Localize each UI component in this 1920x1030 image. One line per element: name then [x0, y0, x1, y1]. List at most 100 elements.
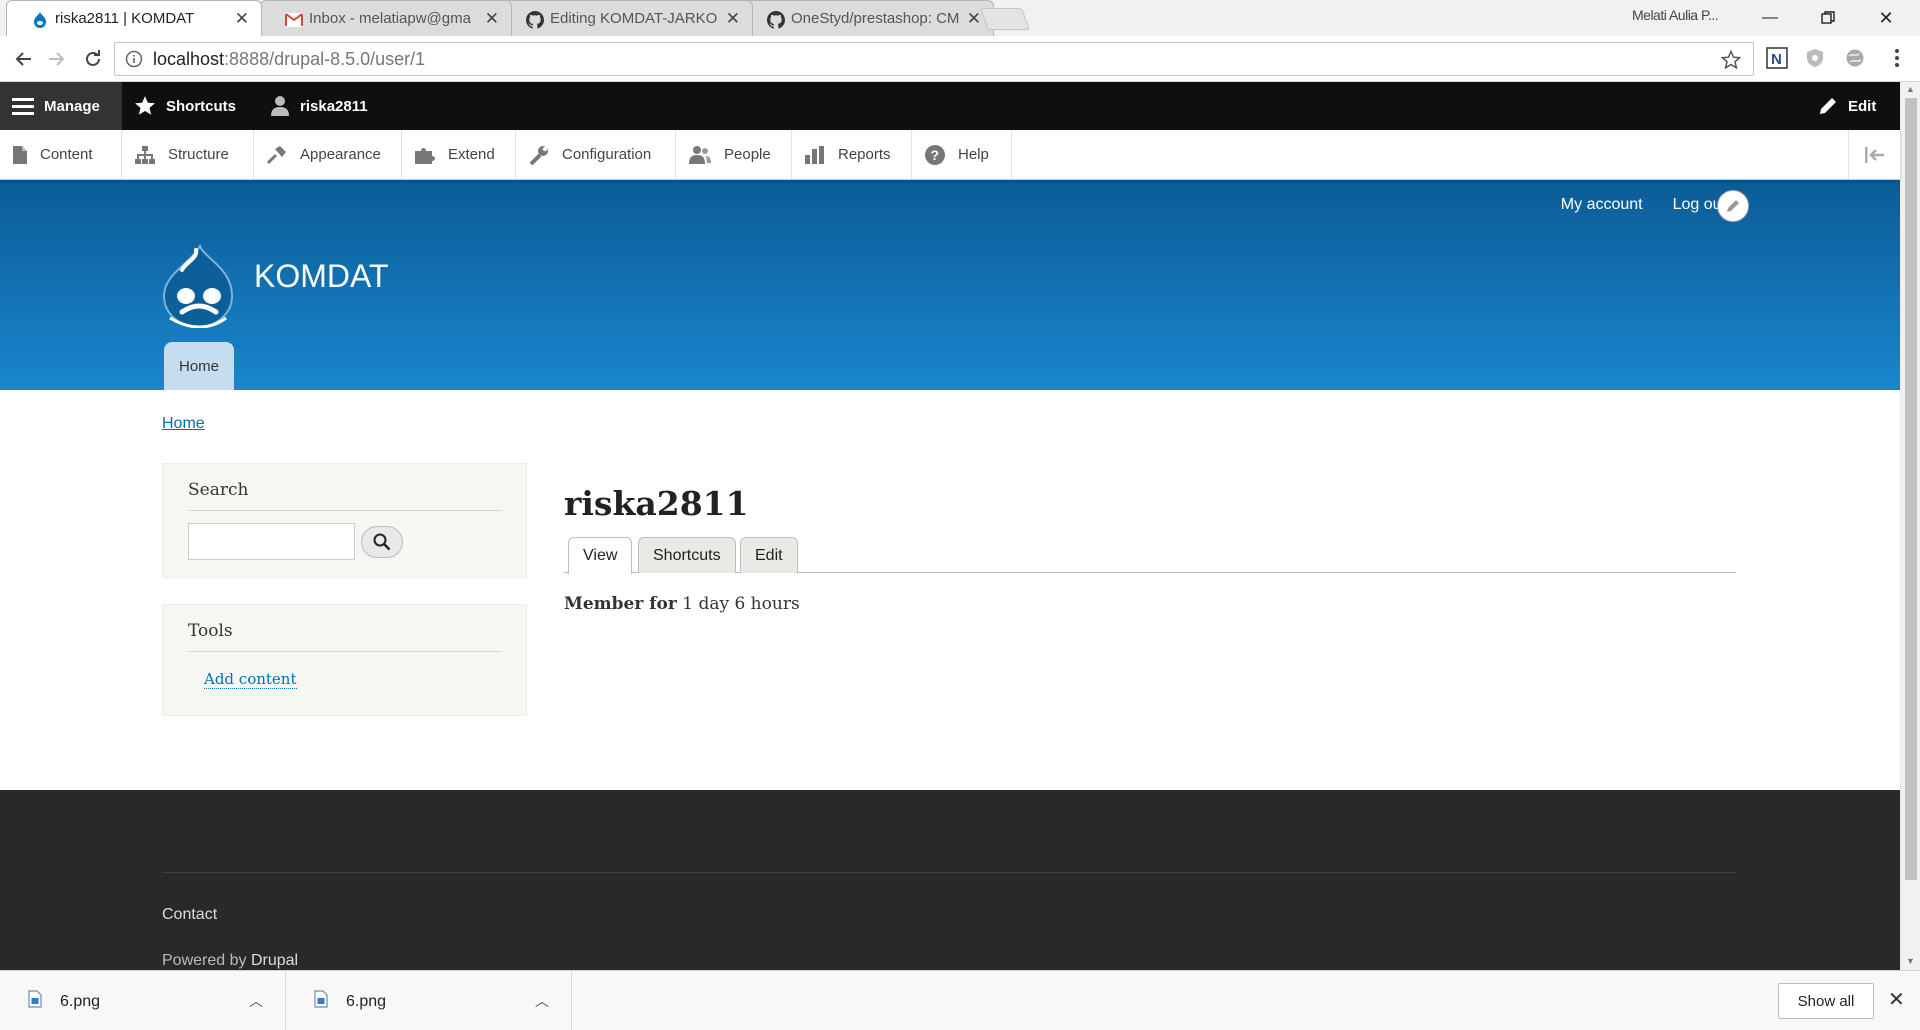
- tray-label: Help: [958, 146, 989, 163]
- user-button[interactable]: riska2811: [270, 82, 368, 130]
- tray-item-appearance[interactable]: Appearance: [254, 130, 402, 179]
- more-menu-icon[interactable]: [1886, 47, 1908, 69]
- image-file-icon: [314, 990, 328, 1008]
- tab-shortcuts[interactable]: Shortcuts: [638, 537, 736, 573]
- browser-tab-0[interactable]: riska2811 | KOMDAT ✕: [6, 0, 262, 36]
- minimize-icon[interactable]: —: [1750, 4, 1790, 32]
- site-name[interactable]: KOMDAT: [254, 258, 389, 295]
- info-icon[interactable]: [125, 50, 143, 68]
- close-icon[interactable]: ✕: [726, 10, 740, 28]
- new-tab-button[interactable]: [979, 8, 1031, 30]
- browser-tab-3[interactable]: OneStyd/prestashop: CM ✕: [742, 0, 994, 36]
- back-icon[interactable]: [10, 46, 36, 72]
- drupal-link[interactable]: Drupal: [251, 952, 298, 969]
- drupal-logo[interactable]: [160, 244, 236, 328]
- extension-n-icon[interactable]: N: [1766, 47, 1788, 69]
- tab-edit[interactable]: Edit: [740, 537, 798, 573]
- tray-item-structure[interactable]: Structure: [122, 130, 254, 179]
- powered-by-prefix: Powered by: [162, 952, 247, 969]
- svg-text:?: ?: [931, 147, 940, 163]
- hamburger-icon: [12, 98, 34, 115]
- breadcrumb-home[interactable]: Home: [162, 415, 205, 433]
- bookmark-star-icon[interactable]: [1721, 50, 1741, 70]
- gmail-icon: [285, 11, 303, 29]
- tools-block-title: Tools: [188, 621, 501, 652]
- local-tasks: View Shortcuts Edit: [564, 537, 1736, 574]
- show-all-button[interactable]: Show all: [1778, 983, 1874, 1019]
- tray-label: Appearance: [300, 146, 381, 163]
- close-icon[interactable]: ✕: [485, 10, 499, 28]
- tray-orientation-toggle[interactable]: [1848, 130, 1900, 179]
- tab-view[interactable]: View: [568, 537, 633, 574]
- page-scrollbar[interactable]: ▲ ▼: [1900, 82, 1920, 970]
- member-for-label: Member for: [564, 594, 677, 614]
- browser-tab-1[interactable]: Inbox - melatiapw@gma ✕: [260, 0, 512, 36]
- tray-item-people[interactable]: People: [676, 130, 792, 179]
- shield-extension-icon[interactable]: [1804, 47, 1826, 69]
- pencil-icon: [1820, 98, 1836, 114]
- edit-mode-button[interactable]: Edit: [1818, 82, 1876, 130]
- restore-icon[interactable]: [1808, 4, 1848, 32]
- download-shelf: 6.png ︿ 6.png ︿ Show all ✕: [0, 970, 1920, 1030]
- tray-label: People: [724, 146, 771, 163]
- secondary-menu: My account Log out: [1561, 196, 1726, 214]
- admin-toolbar: Manage Shortcuts riska2811 Edit: [0, 82, 1900, 130]
- download-filename: 6.png: [60, 993, 101, 1010]
- scroll-up-icon[interactable]: ▲: [1906, 84, 1915, 94]
- download-item[interactable]: 6.png ︿: [0, 971, 286, 1030]
- image-file-icon: [28, 990, 42, 1008]
- help-icon: ?: [925, 144, 945, 165]
- tray-label: Extend: [448, 146, 495, 163]
- search-block-title: Search: [188, 480, 501, 511]
- configuration-icon: [529, 145, 548, 165]
- tray-item-configuration[interactable]: Configuration: [516, 130, 676, 179]
- download-filename: 6.png: [346, 993, 387, 1010]
- close-icon[interactable]: ✕: [235, 10, 249, 28]
- my-account-link[interactable]: My account: [1561, 196, 1643, 214]
- add-content-link[interactable]: Add content: [204, 670, 297, 689]
- search-button[interactable]: [361, 525, 403, 558]
- chevron-up-icon[interactable]: ︿: [249, 991, 263, 1011]
- scroll-thumb[interactable]: [1905, 98, 1917, 880]
- tray-item-content[interactable]: Content: [0, 130, 122, 179]
- tab-title: riska2811 | KOMDAT: [55, 10, 195, 27]
- shortcuts-button[interactable]: Shortcuts: [134, 82, 236, 130]
- tray-label: Structure: [168, 146, 229, 163]
- reload-icon[interactable]: [80, 46, 106, 72]
- user-icon: [271, 96, 289, 116]
- structure-icon: [135, 145, 155, 164]
- reports-icon: [805, 145, 824, 164]
- footer-contact-link[interactable]: Contact: [162, 906, 217, 924]
- scroll-down-icon[interactable]: ▼: [1906, 956, 1915, 966]
- tray-label: Reports: [838, 146, 891, 163]
- close-shelf-icon[interactable]: ✕: [1888, 987, 1905, 1012]
- main-menu-home[interactable]: Home: [164, 342, 234, 390]
- profile-name[interactable]: Melati Aulia P...: [1632, 7, 1719, 23]
- tab-title: OneStyd/prestashop: CM: [791, 10, 960, 27]
- member-for-value: 1 day 6 hours: [682, 594, 800, 614]
- tray-item-reports[interactable]: Reports: [792, 130, 912, 179]
- forward-icon[interactable]: [44, 46, 70, 72]
- collapse-left-icon: [1864, 146, 1884, 163]
- browser-toolbar: localhost:8888/drupal-8.5.0/user/1 N: [0, 36, 1920, 82]
- search-input[interactable]: [188, 523, 355, 560]
- chevron-up-icon[interactable]: ︿: [535, 991, 549, 1011]
- tray-label: Configuration: [562, 146, 652, 163]
- tray-item-extend[interactable]: Extend: [402, 130, 516, 179]
- close-window-icon[interactable]: ✕: [1866, 4, 1906, 32]
- manage-button[interactable]: Manage: [0, 82, 122, 130]
- powered-by: Powered by Drupal: [162, 952, 298, 970]
- address-bar[interactable]: localhost:8888/drupal-8.5.0/user/1: [114, 42, 1754, 76]
- tab-title: Editing KOMDAT-JARKO: [550, 10, 718, 27]
- contextual-edit-pencil-icon[interactable]: [1717, 190, 1749, 222]
- tray-item-help[interactable]: ? Help: [912, 130, 1012, 179]
- globe-extension-icon[interactable]: [1844, 47, 1866, 69]
- browser-tab-2[interactable]: Editing KOMDAT-JARKO ✕: [501, 0, 753, 36]
- url-text: localhost:8888/drupal-8.5.0/user/1: [153, 48, 426, 69]
- download-item[interactable]: 6.png ︿: [286, 971, 572, 1030]
- tab-title: Inbox - melatiapw@gma: [309, 10, 471, 27]
- star-icon: [135, 96, 155, 115]
- search-block: Search: [162, 463, 527, 578]
- github-icon: [767, 11, 785, 29]
- close-icon[interactable]: ✕: [967, 10, 981, 28]
